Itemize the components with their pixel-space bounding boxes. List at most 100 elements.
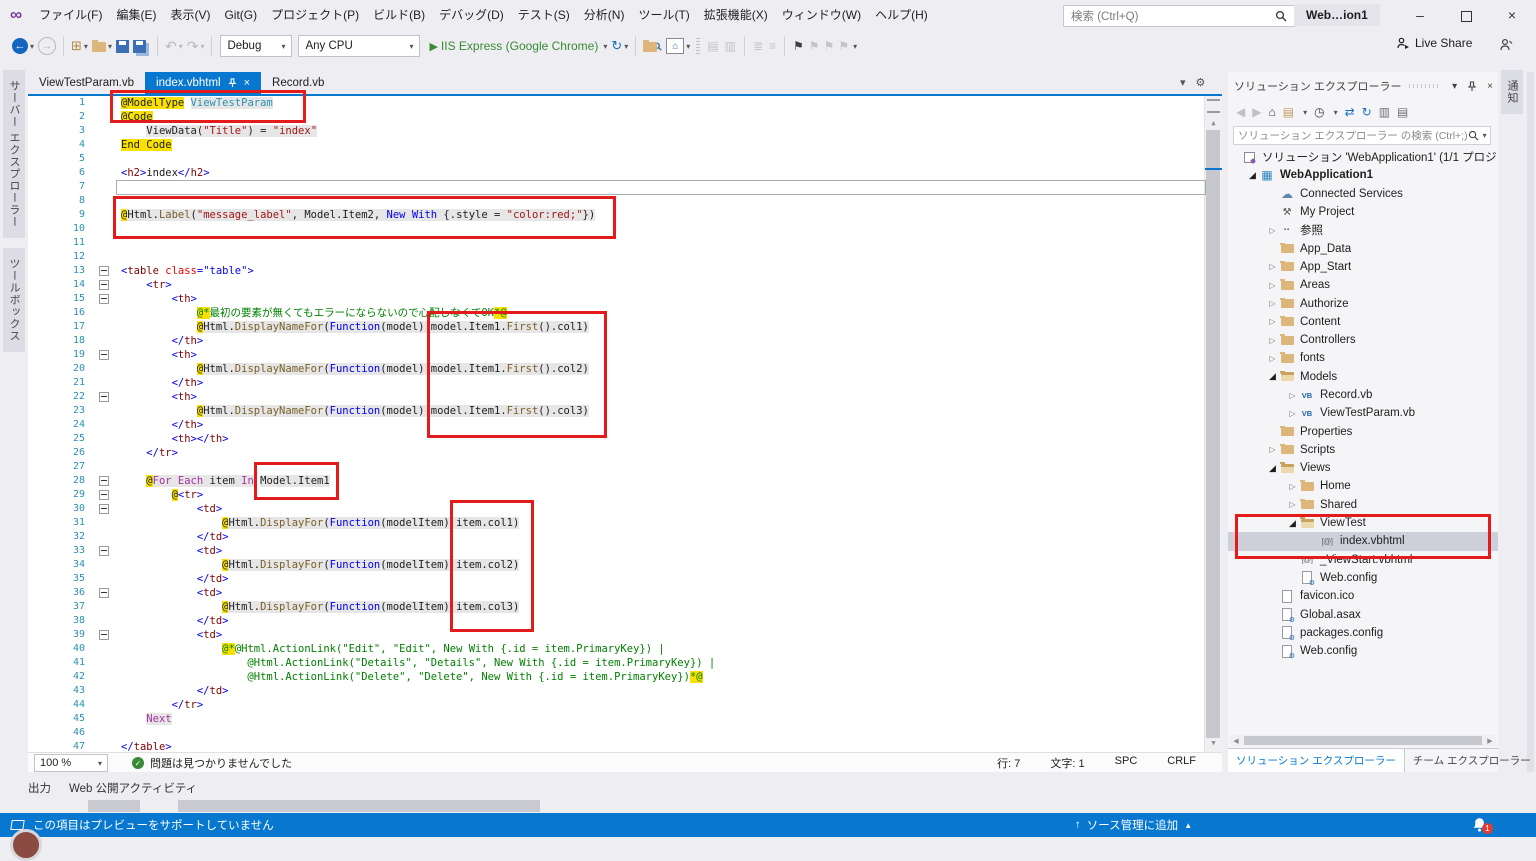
menu-item[interactable]: 編集(E) (109, 0, 163, 30)
expander-closed-icon[interactable]: ▷ (1266, 281, 1279, 290)
tree-item[interactable]: ▷Scripts (1228, 441, 1498, 459)
tool-window-tab[interactable]: ツールボックス (3, 248, 25, 352)
expander-open-icon[interactable]: ◢ (1266, 371, 1279, 382)
browse-with-button[interactable]: ⌂▾ (666, 35, 690, 57)
toolbar-overflow-icon[interactable]: ▾ (853, 42, 857, 51)
add-to-source-control-button[interactable]: ↑ ソース管理に追加 ▲ (1075, 813, 1192, 837)
tree-item[interactable]: Properties (1228, 422, 1498, 440)
fold-collapse-icon[interactable] (99, 546, 109, 556)
h-scrollbar-thumb[interactable] (1244, 736, 1482, 745)
solution-explorer-title-bar[interactable]: ソリューション エクスプローラー ▾ × (1228, 74, 1498, 98)
document-tab[interactable]: Record.vb (261, 72, 335, 94)
panel-tab[interactable]: ソリューション エクスプローラー (1228, 749, 1405, 773)
solution-explorer-search-input[interactable]: ソリューション エクスプローラー の検索 (Ctrl+;) ▾ (1233, 126, 1491, 145)
tree-item[interactable]: ☁Connected Services (1228, 185, 1498, 203)
document-tab[interactable]: ViewTestParam.vb (28, 72, 145, 94)
expander-closed-icon[interactable]: ▷ (1286, 391, 1299, 400)
start-debugging-button[interactable]: ▶IIS Express (Google Chrome)▾ (429, 35, 607, 57)
new-project-button[interactable]: ⊞▾ (71, 35, 88, 57)
menu-item[interactable]: 表示(V) (163, 0, 217, 30)
code-editor[interactable]: 1@ModelType ViewTestParam2@Code3 ViewDat… (28, 96, 1222, 752)
comment-button[interactable]: ▥ (725, 39, 736, 53)
feedback-button[interactable] (1498, 38, 1513, 52)
toggle-bookmark-button[interactable]: ⚑ (793, 39, 804, 53)
pin-icon[interactable] (228, 78, 237, 88)
tree-item[interactable]: ◢Models (1228, 368, 1498, 386)
match-brace-button[interactable]: ▤ (707, 39, 718, 53)
menu-item[interactable]: ウィンドウ(W) (775, 0, 868, 30)
tree-item[interactable]: ▷VBViewTestParam.vb (1228, 404, 1498, 422)
sync-with-active-document-button[interactable]: ⇄ (1345, 105, 1355, 119)
fold-collapse-icon[interactable] (99, 476, 109, 486)
tree-item[interactable]: Global.asax (1228, 605, 1498, 623)
tree-item[interactable]: ▷VBRecord.vb (1228, 386, 1498, 404)
tree-item[interactable]: ▷Areas (1228, 276, 1498, 294)
menu-item[interactable]: ツール(T) (631, 0, 696, 30)
next-bookmark-button[interactable]: ⚑ (824, 39, 835, 53)
pin-icon[interactable] (1467, 81, 1477, 92)
redo-button[interactable]: ↷▾ (187, 35, 205, 57)
expander-closed-icon[interactable]: ▷ (1286, 500, 1299, 509)
maximize-button[interactable] (1444, 0, 1488, 30)
previous-bookmark-button[interactable]: ⚑ (809, 39, 820, 53)
scroll-up-icon[interactable]: ▲ (1205, 116, 1222, 130)
find-in-files-button[interactable] (643, 35, 662, 57)
close-window-button[interactable]: × (1490, 0, 1534, 30)
navigate-forward-button[interactable]: → (38, 37, 56, 55)
fold-collapse-icon[interactable] (99, 588, 109, 598)
switch-views-button[interactable]: ▤ (1283, 105, 1294, 119)
tool-window-tab[interactable]: 通知 (1501, 70, 1523, 114)
menu-item[interactable]: プロジェクト(P) (264, 0, 366, 30)
scroll-down-icon[interactable]: ▼ (1205, 736, 1222, 750)
tree-item[interactable]: ▷▪▪参照 (1228, 221, 1498, 239)
menu-item[interactable]: デバッグ(D) (432, 0, 511, 30)
line-ending-indicator[interactable]: CRLF (1167, 755, 1196, 771)
tree-item[interactable]: ◢Views (1228, 459, 1498, 477)
tree-item[interactable]: App_Data (1228, 239, 1498, 257)
space-mode-indicator[interactable]: SPC (1115, 755, 1138, 771)
expander-closed-icon[interactable]: ▷ (1286, 409, 1299, 418)
se-home-button[interactable]: ⌂ (1268, 105, 1275, 119)
tree-item[interactable]: packages.config (1228, 624, 1498, 642)
se-refresh-button[interactable]: ↻ (1362, 105, 1372, 119)
tree-item[interactable]: Web.config (1228, 569, 1498, 587)
zoom-level-dropdown[interactable]: 100 %▾ (34, 754, 108, 772)
tree-item[interactable]: ▷Authorize (1228, 294, 1498, 312)
tool-window-tab[interactable]: サーバー エクスプローラー (3, 70, 25, 238)
expander-open-icon[interactable]: ◢ (1246, 170, 1259, 181)
decrease-indent-button[interactable]: ≣ (753, 39, 763, 53)
tree-item[interactable]: ソリューション 'WebApplication1' (1/1 プロジェクト) (1228, 148, 1498, 166)
expander-closed-icon[interactable]: ▷ (1266, 317, 1279, 326)
tree-item[interactable]: ◢▦WebApplication1 (1228, 166, 1498, 184)
menu-item[interactable]: 分析(N) (577, 0, 632, 30)
tree-item[interactable]: ▷Controllers (1228, 331, 1498, 349)
expander-closed-icon[interactable]: ▷ (1266, 226, 1279, 235)
tree-item[interactable]: ▷App_Start (1228, 258, 1498, 276)
fold-collapse-icon[interactable] (99, 392, 109, 402)
fold-collapse-icon[interactable] (99, 350, 109, 360)
close-icon[interactable]: × (244, 78, 250, 88)
collapse-all-button[interactable]: ▥ (1379, 105, 1390, 119)
fold-collapse-icon[interactable] (99, 266, 109, 276)
scrollbar-thumb[interactable] (1206, 130, 1220, 738)
tree-item[interactable]: ▷fonts (1228, 349, 1498, 367)
expander-closed-icon[interactable]: ▷ (1266, 262, 1279, 271)
pending-changes-filter-button[interactable]: ◷ (1314, 105, 1324, 119)
document-tab[interactable]: index.vbhtml× (145, 72, 261, 94)
show-all-files-button[interactable]: ▤ (1397, 105, 1408, 119)
fold-collapse-icon[interactable] (99, 490, 109, 500)
tree-item[interactable]: favicon.ico (1228, 587, 1498, 605)
navigate-back-button[interactable]: ← (12, 38, 28, 54)
split-window-handle[interactable] (1207, 99, 1220, 113)
panel-tab[interactable]: チーム エクスプローラー (1405, 749, 1536, 773)
active-files-dropdown-icon[interactable]: ▾ (1180, 76, 1186, 89)
expander-closed-icon[interactable]: ▷ (1266, 445, 1279, 454)
save-all-button[interactable] (133, 35, 146, 57)
tree-item[interactable]: [@]_ViewStart.vbhtml (1228, 551, 1498, 569)
menu-item[interactable]: 拡張機能(X) (697, 0, 775, 30)
live-share-button[interactable]: Live Share (1396, 36, 1472, 50)
back-dropdown-icon[interactable]: ▾ (30, 42, 34, 51)
editor-vertical-scrollbar[interactable]: ▲ ▼ (1204, 96, 1222, 752)
fold-collapse-icon[interactable] (99, 294, 109, 304)
se-back-button[interactable]: ◀ (1236, 105, 1245, 119)
